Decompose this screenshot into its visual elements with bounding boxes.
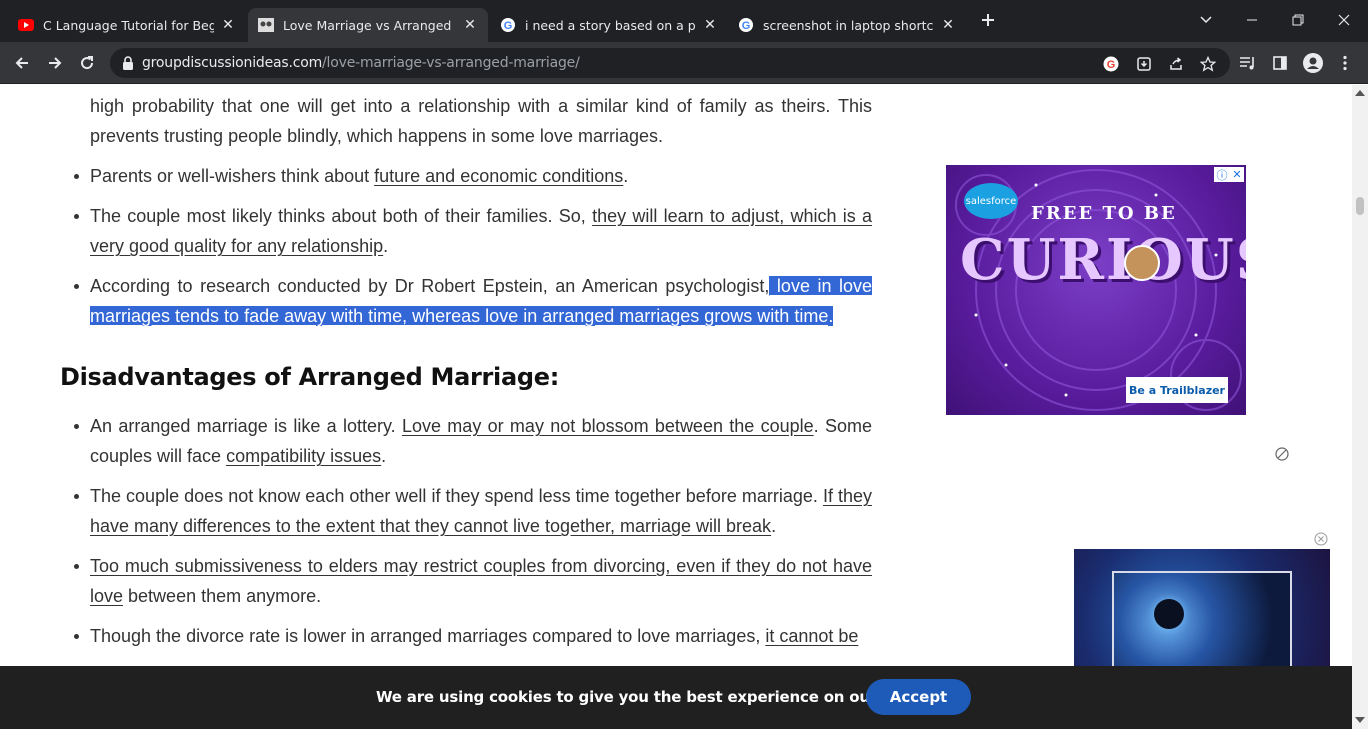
tab-title: i need a story based on a paper	[525, 17, 696, 33]
display-ad[interactable]: ⓘ ✕ salesforce FREE TO BE CURIOUS Be a T…	[946, 165, 1246, 415]
list-item: Though the divorce rate is lower in arra…	[60, 621, 872, 651]
browser-toolbar: groupdiscussionideas.com/love-marriage-v…	[0, 42, 1368, 84]
side-panel-icon[interactable]	[1268, 51, 1292, 75]
ad-tagline: FREE TO BE	[1031, 203, 1177, 224]
scroll-down-icon[interactable]	[1355, 717, 1365, 723]
tab-close-icon[interactable]: ✕	[940, 17, 956, 33]
url-text[interactable]: groupdiscussionideas.com/love-marriage-v…	[142, 55, 580, 71]
item-link[interactable]: future and economic conditions	[374, 166, 623, 186]
back-arrow-icon[interactable]	[10, 51, 34, 75]
bookmark-star-icon[interactable]	[1200, 56, 1216, 72]
google-lens-icon[interactable]: G	[1103, 56, 1119, 72]
item-text: .	[383, 236, 389, 256]
profile-avatar-icon[interactable]	[1301, 51, 1325, 75]
item-text: The couple does not know each other well…	[90, 486, 823, 506]
more-menu-icon[interactable]	[1333, 51, 1357, 75]
share-icon[interactable]	[1168, 56, 1184, 72]
section-heading: Disadvantages of Arranged Marriage:	[60, 363, 560, 391]
hide-ad-icon[interactable]	[1275, 447, 1289, 461]
tab-screenshot[interactable]: G screenshot in laptop shortcut - G ✕	[728, 8, 966, 42]
cookie-banner: We are using cookies to give you the bes…	[0, 666, 1352, 729]
address-bar[interactable]: groupdiscussionideas.com/love-marriage-v…	[110, 48, 1230, 78]
install-app-icon[interactable]	[1136, 56, 1152, 72]
svg-text:G: G	[504, 20, 513, 32]
google-icon: G	[738, 17, 754, 33]
tab-title: C Language Tutorial for Beginne	[43, 17, 214, 33]
tab-search-icon[interactable]	[1196, 10, 1216, 30]
item-text: An arranged marriage is like a lottery.	[90, 416, 402, 436]
salesforce-logo: salesforce	[964, 183, 1018, 219]
url-path: /love-marriage-vs-arranged-marriage/	[322, 55, 580, 71]
tab-bar: C Language Tutorial for Beginne ✕ Love M…	[0, 0, 1368, 42]
minimize-icon[interactable]	[1242, 10, 1262, 30]
video-frame[interactable]	[1112, 571, 1292, 671]
scroll-up-icon[interactable]	[1355, 90, 1365, 96]
ad-cta-button[interactable]: Be a Trailblazer	[1126, 377, 1228, 403]
item-text: between them anymore.	[123, 586, 322, 606]
list-item: The couple most likely thinks about both…	[60, 201, 872, 261]
tab-close-icon[interactable]: ✕	[462, 17, 478, 33]
item-text: Though the divorce rate is lower in arra…	[90, 626, 766, 646]
restore-icon[interactable]	[1288, 10, 1308, 30]
close-window-icon[interactable]	[1334, 10, 1354, 30]
advantages-list: Parents or well-wishers think about futu…	[60, 161, 872, 331]
scroll-thumb[interactable]	[1356, 197, 1364, 215]
item-text: .	[623, 166, 629, 186]
ad-headline: CURIOUS	[960, 227, 1246, 293]
google-icon: G	[500, 17, 516, 33]
ad-info-icon[interactable]: ⓘ	[1216, 167, 1227, 183]
article-content: high probability that one will get into …	[60, 85, 872, 661]
svg-text:G: G	[1107, 59, 1116, 71]
lock-icon[interactable]	[120, 55, 136, 71]
item-text: The couple most likely thinks about both…	[90, 206, 593, 226]
ad-mascot	[1124, 245, 1160, 281]
item-text: .	[381, 446, 387, 466]
youtube-icon	[18, 17, 34, 33]
list-item: An arranged marriage is like a lottery. …	[60, 411, 872, 471]
disadvantages-list: An arranged marriage is like a lottery. …	[60, 411, 872, 651]
tab-title: Love Marriage vs Arranged Marr	[283, 17, 456, 33]
item-text: According to research conducted by Dr Ro…	[90, 276, 770, 296]
tab-close-icon[interactable]: ✕	[220, 17, 236, 33]
tab-title: screenshot in laptop shortcut - G	[763, 17, 934, 33]
ad-close-icon[interactable]: ✕	[1232, 168, 1241, 181]
list-item: Parents or well-wishers think about futu…	[60, 161, 872, 191]
reload-icon[interactable]	[75, 51, 99, 75]
tab-love-marriage[interactable]: Love Marriage vs Arranged Marr ✕	[248, 8, 488, 42]
item-link[interactable]: Love may or may not blossom between the …	[402, 416, 814, 436]
tab-c-language[interactable]: C Language Tutorial for Beginne ✕	[8, 8, 246, 42]
accept-cookies-button[interactable]: Accept	[866, 679, 971, 715]
page-scrollbar[interactable]	[1352, 85, 1368, 729]
url-domain: groupdiscussionideas.com	[142, 55, 323, 71]
tab-close-icon[interactable]: ✕	[702, 17, 718, 33]
item-text: Parents or well-wishers think about	[90, 166, 375, 186]
forward-arrow-icon[interactable]	[43, 51, 67, 75]
close-video-icon[interactable]	[1314, 532, 1328, 546]
item-text: .	[828, 306, 834, 326]
planet	[1154, 599, 1184, 629]
reading-list-icon[interactable]	[1236, 51, 1260, 75]
item-link[interactable]: it cannot be	[765, 626, 858, 646]
list-item: The couple does not know each other well…	[60, 481, 872, 541]
new-tab-icon[interactable]	[978, 10, 998, 30]
paragraph: high probability that one will get into …	[90, 96, 872, 146]
tab-story[interactable]: G i need a story based on a paper ✕	[490, 8, 728, 42]
item-text: .	[771, 516, 777, 536]
ad-choices[interactable]: ⓘ ✕	[1214, 167, 1244, 182]
item-link[interactable]: compatibility issues	[226, 446, 381, 466]
svg-text:G: G	[742, 20, 751, 32]
page-viewport: high probability that one will get into …	[0, 85, 1352, 729]
list-item: Too much submissiveness to elders may re…	[60, 551, 872, 611]
site-favicon-icon	[258, 17, 274, 33]
list-item: According to research conducted by Dr Ro…	[60, 271, 872, 331]
